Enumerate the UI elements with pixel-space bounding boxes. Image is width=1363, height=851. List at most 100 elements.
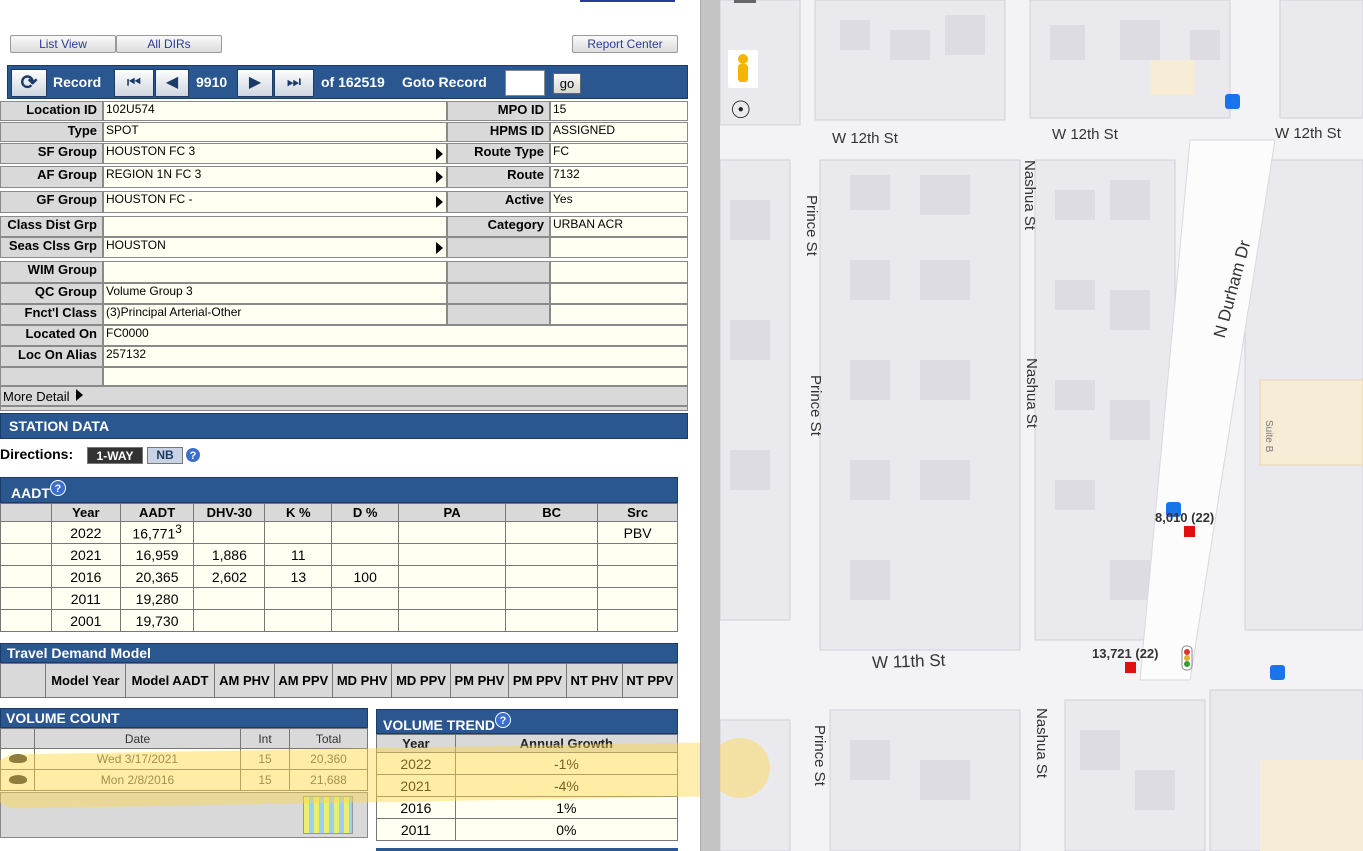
expand-arrow-icon [76,389,84,401]
zoom-out-icon[interactable] [734,0,756,3]
street-label-prince: Prince St [803,195,820,256]
all-dirs-button[interactable]: All DIRs [116,35,222,53]
aadt-cell [398,609,506,632]
aadt-cell: PBV [597,521,678,544]
aadt-cell: 16,7713 [119,521,195,544]
expand-arrow-icon[interactable] [436,148,443,160]
map-building [1260,760,1363,851]
panel-splitter[interactable] [700,0,720,851]
class-dist-grp-value [103,216,447,237]
aadt-cell: 100 [331,565,400,588]
aadt-cell [504,565,599,588]
mpo-id-value: 15 [550,101,688,121]
count-marker[interactable] [1184,526,1195,537]
first-record-button[interactable]: ⏮ [114,69,154,97]
seas-clss-grp-text: HOUSTON [106,238,166,252]
tdm-col-header: MD PPV [391,663,451,698]
blank-value-cell [103,367,688,386]
help-icon[interactable]: ? [495,712,511,728]
gf-group-text: HOUSTON FC - [106,192,193,206]
aadt-cell-value: 2021 [70,546,102,563]
report-center-button[interactable]: Report Center [572,35,678,53]
category-value: URBAN ACR [550,216,688,237]
pegman-icon[interactable] [728,50,758,88]
help-icon[interactable]: ? [49,480,66,496]
volume-count-cell: 20,360 [289,748,368,770]
aadt-cell [504,543,599,566]
volume-trend-cell: 2021 [376,774,456,797]
volume-count-row[interactable]: Wed 3/17/2021 15 20,360 [0,748,368,770]
aadt-col-header: AADT [119,503,195,522]
view-count-cell[interactable] [0,748,35,770]
list-view-button[interactable]: List View [10,35,116,53]
af-group-text: REGION 1N FC 3 [106,167,202,181]
row-selector-cell[interactable] [0,587,52,610]
expand-arrow-icon[interactable] [436,196,443,208]
volume-count-cell: Wed 3/17/2021 [34,748,241,770]
row-selector-cell[interactable] [0,521,52,544]
seas-clss-grp-label: Seas Clss Grp [0,237,103,258]
aadt-cell: 13 [264,565,333,588]
seas-clss-grp-value[interactable]: HOUSTON [103,237,447,258]
expand-arrow-icon[interactable] [436,171,443,183]
map-building [1259,379,1363,466]
af-group-value[interactable]: REGION 1N FC 3 [103,166,447,188]
aadt-cell [597,565,678,588]
calendar-icon[interactable] [303,796,353,834]
direction-1way-tab[interactable]: 1-WAY [87,447,143,464]
aadt-cell [398,587,506,610]
search-area-icon[interactable]: ☉ [730,96,752,125]
aadt-cell [331,543,400,566]
route-label: Route [447,166,550,188]
route-type-label: Route Type [447,143,550,164]
volume-count-col-header: Total [289,728,368,749]
sf-group-value[interactable]: HOUSTON FC 3 [103,143,447,164]
aadt-cell-value: 1,886 [211,546,247,563]
aadt-col-header: DHV-30 [193,503,266,522]
street-label-w12th: W 12th St [832,130,898,147]
gf-group-label: GF Group [0,191,103,213]
type-value: SPOT [103,122,447,142]
aadt-cell: 2021 [50,543,121,566]
goto-record-input[interactable] [505,70,545,96]
fnctl-class-label: Fnct'l Class [0,304,103,325]
eye-icon[interactable] [8,775,27,784]
volume-trend-cell: -1% [454,752,679,775]
street-label-w11th: W 11th St [871,650,946,673]
refresh-button[interactable]: ⟳ [11,69,47,97]
volume-trend-row: 2022 -1% [376,752,679,775]
goto-record-label: Goto Record [402,74,487,90]
more-detail-toggle[interactable]: More Detail [0,386,688,406]
volume-trend-cell: 2022 [376,752,456,775]
volume-trend-header: VOLUME TREND? [376,709,678,734]
go-button[interactable]: go [553,73,581,94]
expand-arrow-icon[interactable] [436,242,443,254]
aadt-cell [193,609,266,632]
previous-record-button[interactable]: ◀ [155,69,189,97]
blank-value-cell [550,237,688,258]
volume-trend-table: Year Annual Growth 2022 -1% 2021 -4% 2016 1% 20… [376,734,679,841]
volume-count-row[interactable]: Mon 2/8/2016 15 21,688 [0,769,368,791]
aadt-row: 2021 16,959 1,886 11 [0,543,678,566]
last-record-button[interactable]: ⏭ [274,69,314,97]
row-selector-cell[interactable] [0,543,52,566]
aadt-cell: 2022 [50,521,121,544]
aadt-cell-value: 11 [291,546,306,563]
aadt-col-header: Src [597,503,678,522]
view-count-cell[interactable] [0,769,35,791]
loc-on-alias-value: 257132 [103,346,688,367]
help-icon[interactable]: ? [185,447,201,463]
row-selector-cell[interactable] [0,609,52,632]
aadt-cell [264,587,333,610]
direction-nb-tab[interactable]: NB [147,447,183,464]
map-view[interactable]: ☉ W 12th St W 12th St W 12th St W 11th S… [720,0,1363,851]
row-selector-cell[interactable] [0,565,52,588]
next-record-button[interactable]: ▶ [237,69,273,97]
station-panel: List View All DIRs Report Center ⟳ Recor… [0,0,700,851]
aadt-cell [398,521,506,544]
gf-group-value[interactable]: HOUSTON FC - [103,191,447,213]
count-marker[interactable] [1125,662,1136,673]
volume-count-col-header: Date [34,728,241,749]
eye-icon[interactable] [8,754,27,763]
street-label-nashua: Nashua St [1023,358,1040,429]
